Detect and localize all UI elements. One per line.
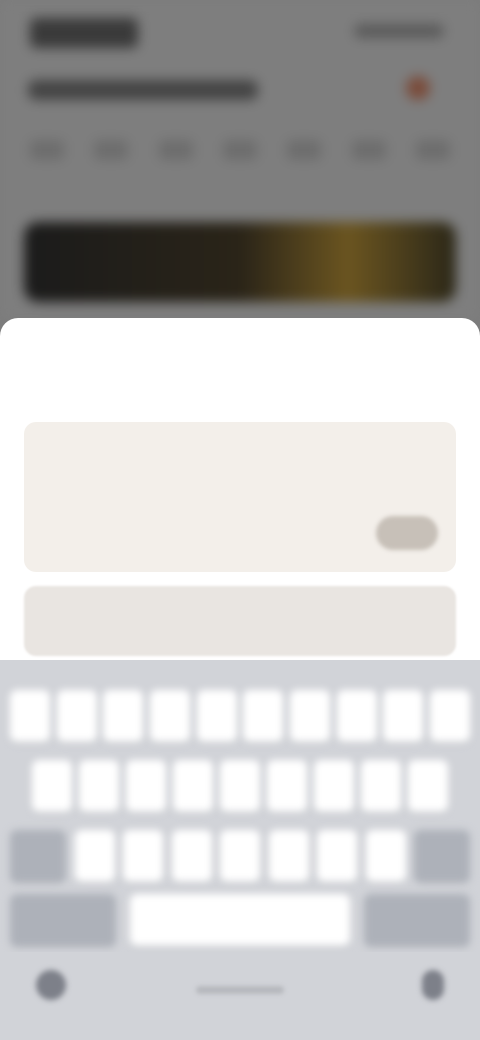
keyboard-key[interactable]	[267, 760, 307, 812]
globe-icon[interactable]	[36, 970, 66, 1000]
keyboard-key[interactable]	[289, 690, 330, 742]
keyboard-key[interactable]	[365, 830, 406, 882]
keyboard-row-3	[10, 830, 470, 882]
keyboard-row-4	[10, 894, 470, 946]
keyboard-key[interactable]	[126, 760, 166, 812]
keyboard-key[interactable]	[361, 760, 401, 812]
keyboard-key[interactable]	[32, 760, 72, 812]
keyboard-key[interactable]	[123, 830, 163, 882]
keyboard-row-1	[10, 690, 470, 742]
keyboard-key[interactable]	[314, 760, 354, 812]
keyboard-key[interactable]	[317, 830, 357, 882]
keyboard-key[interactable]	[243, 690, 284, 742]
keyboard-key[interactable]	[196, 690, 237, 742]
background-tab	[30, 140, 64, 160]
shift-key[interactable]	[10, 830, 66, 882]
keyboard-key[interactable]	[74, 830, 115, 882]
keyboard-key[interactable]	[171, 830, 212, 882]
backspace-key[interactable]	[414, 830, 470, 882]
status-area	[354, 24, 444, 38]
keyboard-key[interactable]	[383, 690, 424, 742]
background-screen	[0, 0, 480, 320]
keyboard-row-2	[32, 760, 448, 812]
background-banner	[24, 222, 456, 302]
background-tab	[287, 140, 322, 160]
brand-logo	[30, 18, 138, 48]
background-icon	[406, 76, 430, 100]
keyboard-key[interactable]	[173, 760, 213, 812]
number-mode-key[interactable]	[10, 894, 116, 946]
background-tab	[351, 140, 386, 160]
keyboard-key[interactable]	[79, 760, 119, 812]
background-title	[28, 80, 258, 100]
keyboard-key[interactable]	[10, 690, 50, 742]
keyboard-bottom-bar	[0, 952, 480, 1040]
keyboard-key[interactable]	[103, 690, 144, 742]
background-tab	[415, 140, 450, 160]
keyboard-key[interactable]	[56, 690, 97, 742]
keyboard-key[interactable]	[268, 830, 309, 882]
return-key[interactable]	[364, 894, 470, 946]
space-key[interactable]	[130, 894, 350, 946]
background-tab	[222, 140, 257, 160]
comment-input[interactable]	[24, 422, 456, 572]
microphone-icon[interactable]	[422, 970, 444, 1000]
keyboard-key[interactable]	[149, 690, 190, 742]
home-indicator	[196, 986, 284, 994]
keyboard-key[interactable]	[336, 690, 377, 742]
sheet-header	[0, 352, 480, 396]
keyboard-key[interactable]	[408, 760, 448, 812]
background-tab	[94, 140, 129, 160]
keyboard-key[interactable]	[220, 760, 260, 812]
keyboard-key[interactable]	[220, 830, 260, 882]
background-tab-row	[30, 140, 450, 180]
send-button[interactable]	[376, 516, 438, 550]
background-tab	[158, 140, 193, 160]
onscreen-keyboard	[0, 660, 480, 1040]
secondary-panel	[24, 586, 456, 656]
keyboard-key[interactable]	[429, 690, 470, 742]
